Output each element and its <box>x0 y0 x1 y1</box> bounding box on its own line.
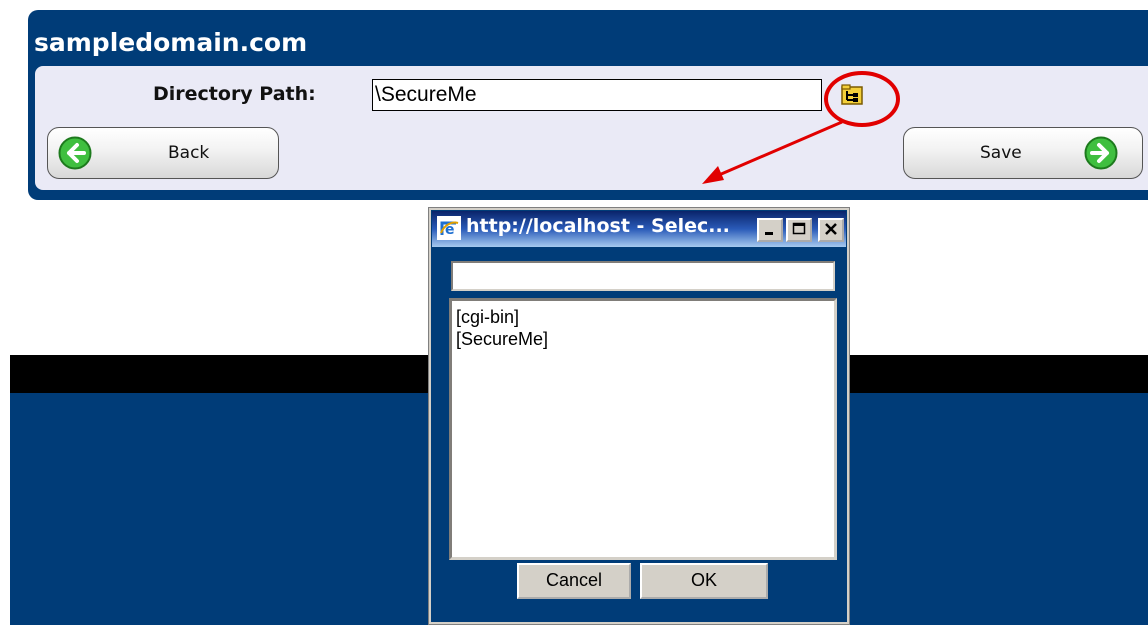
list-item-cgi-bin[interactable]: [cgi-bin] <box>456 306 834 328</box>
cancel-button[interactable]: Cancel <box>517 563 631 599</box>
dialog-titlebar[interactable]: e http://localhost - Selec... <box>432 211 846 247</box>
panel-title: sampledomain.com <box>34 28 308 57</box>
annotation-arrow <box>702 120 843 184</box>
close-button[interactable] <box>818 218 844 242</box>
annotation-circle <box>824 71 900 127</box>
back-button-label: Back <box>168 143 210 163</box>
directory-path-input[interactable]: \SecureMe <box>372 79 822 111</box>
directory-select-dialog: e http://localhost - Selec... [cgi-bin] … <box>428 207 850 625</box>
arrow-left-circle-icon <box>58 136 92 170</box>
directory-filter-input[interactable] <box>451 261 835 291</box>
save-button[interactable]: Save <box>903 127 1143 179</box>
maximize-button[interactable] <box>786 218 812 242</box>
list-item-secureme[interactable]: [SecureMe] <box>456 328 834 350</box>
directory-list[interactable]: [cgi-bin] [SecureMe] <box>449 298 837 560</box>
save-button-label: Save <box>980 143 1022 163</box>
maximize-icon <box>792 222 806 235</box>
close-icon <box>825 223 837 235</box>
directory-path-label: Directory Path: <box>153 83 316 105</box>
internet-explorer-icon: e <box>437 216 461 240</box>
back-button[interactable]: Back <box>47 127 279 179</box>
svg-text:e: e <box>445 222 455 238</box>
minimize-icon <box>765 232 773 235</box>
minimize-button[interactable] <box>757 218 783 242</box>
arrow-right-circle-icon <box>1084 136 1118 170</box>
ok-button[interactable]: OK <box>640 563 768 599</box>
dialog-title: http://localhost - Selec... <box>466 215 730 237</box>
